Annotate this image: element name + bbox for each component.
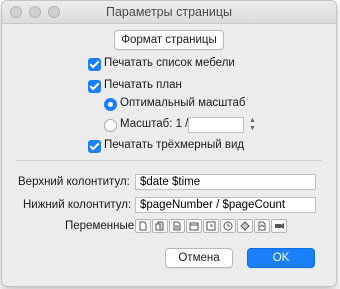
footer-label: Нижний колонтитул: [23, 199, 132, 211]
page-count-icon[interactable] [152, 219, 168, 233]
scale-stepper[interactable]: ▲ ▼ [248, 117, 257, 133]
camera-icon[interactable] [271, 219, 287, 233]
furniture-icon[interactable] [254, 219, 270, 233]
print-3d-view-checkbox[interactable] [88, 140, 101, 153]
variables-label: Переменные: [65, 220, 138, 232]
scale-label: Масштаб: 1 / [120, 118, 189, 130]
cancel-button[interactable]: Отмена [165, 248, 233, 268]
stepper-up-icon[interactable]: ▲ [248, 117, 257, 125]
optimal-scale-radio[interactable] [104, 98, 117, 111]
print-plan-label: Печатать план [104, 79, 182, 91]
clock-icon[interactable] [220, 219, 236, 233]
print-furniture-list-label: Печатать список мебели [104, 57, 235, 69]
optimal-scale-label: Оптимальный масштаб [120, 97, 246, 109]
header-label: Верхний колонтитул: [18, 176, 130, 188]
stepper-down-icon[interactable]: ▼ [248, 125, 257, 133]
separator [16, 160, 322, 161]
window-title: Параметры страницы [105, 5, 232, 19]
scale-input[interactable] [188, 117, 244, 133]
footer-input[interactable] [135, 197, 316, 213]
print-plan-checkbox[interactable] [88, 80, 101, 93]
page-setup-dialog: Параметры страницы Формат страницы Печат… [1, 0, 337, 287]
plan-name-icon[interactable] [169, 219, 185, 233]
page-format-button[interactable]: Формат страницы [114, 30, 224, 50]
level-icon[interactable] [237, 219, 253, 233]
page-number-icon[interactable] [135, 219, 151, 233]
date-icon[interactable] [186, 219, 202, 233]
header-input[interactable] [135, 174, 316, 190]
scale-radio[interactable] [104, 119, 117, 132]
print-3d-view-label: Печатать трёхмерный вид [104, 139, 245, 151]
title-bar: Параметры страницы [2, 1, 336, 24]
time-icon[interactable] [203, 219, 219, 233]
print-furniture-list-checkbox[interactable] [88, 58, 101, 71]
ok-button[interactable]: OK [247, 248, 315, 268]
